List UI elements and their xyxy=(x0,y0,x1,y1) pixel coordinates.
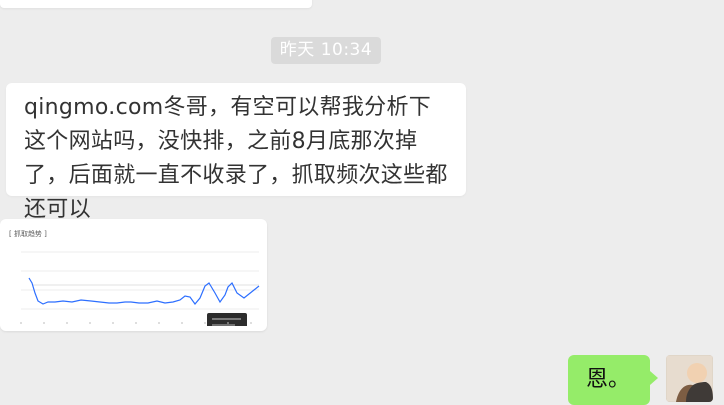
outgoing-text-message[interactable]: 恩。 xyxy=(568,355,658,405)
avatar-photo-icon xyxy=(666,355,713,402)
incoming-text-message[interactable]: qingmo.com冬哥，有空可以帮我分析下这个网站吗，没快排，之前8月底那次掉… xyxy=(6,83,466,222)
crawl-trend-chart-thumbnail xyxy=(9,241,260,326)
image-preview-title: [ 抓取趋势 ] xyxy=(9,230,47,238)
message-timestamp: 昨天 10:34 xyxy=(271,37,381,64)
user-avatar[interactable] xyxy=(666,355,713,402)
previous-message-bubble xyxy=(0,0,312,8)
image-message-preview[interactable]: [ 抓取趋势 ] xyxy=(0,219,267,331)
